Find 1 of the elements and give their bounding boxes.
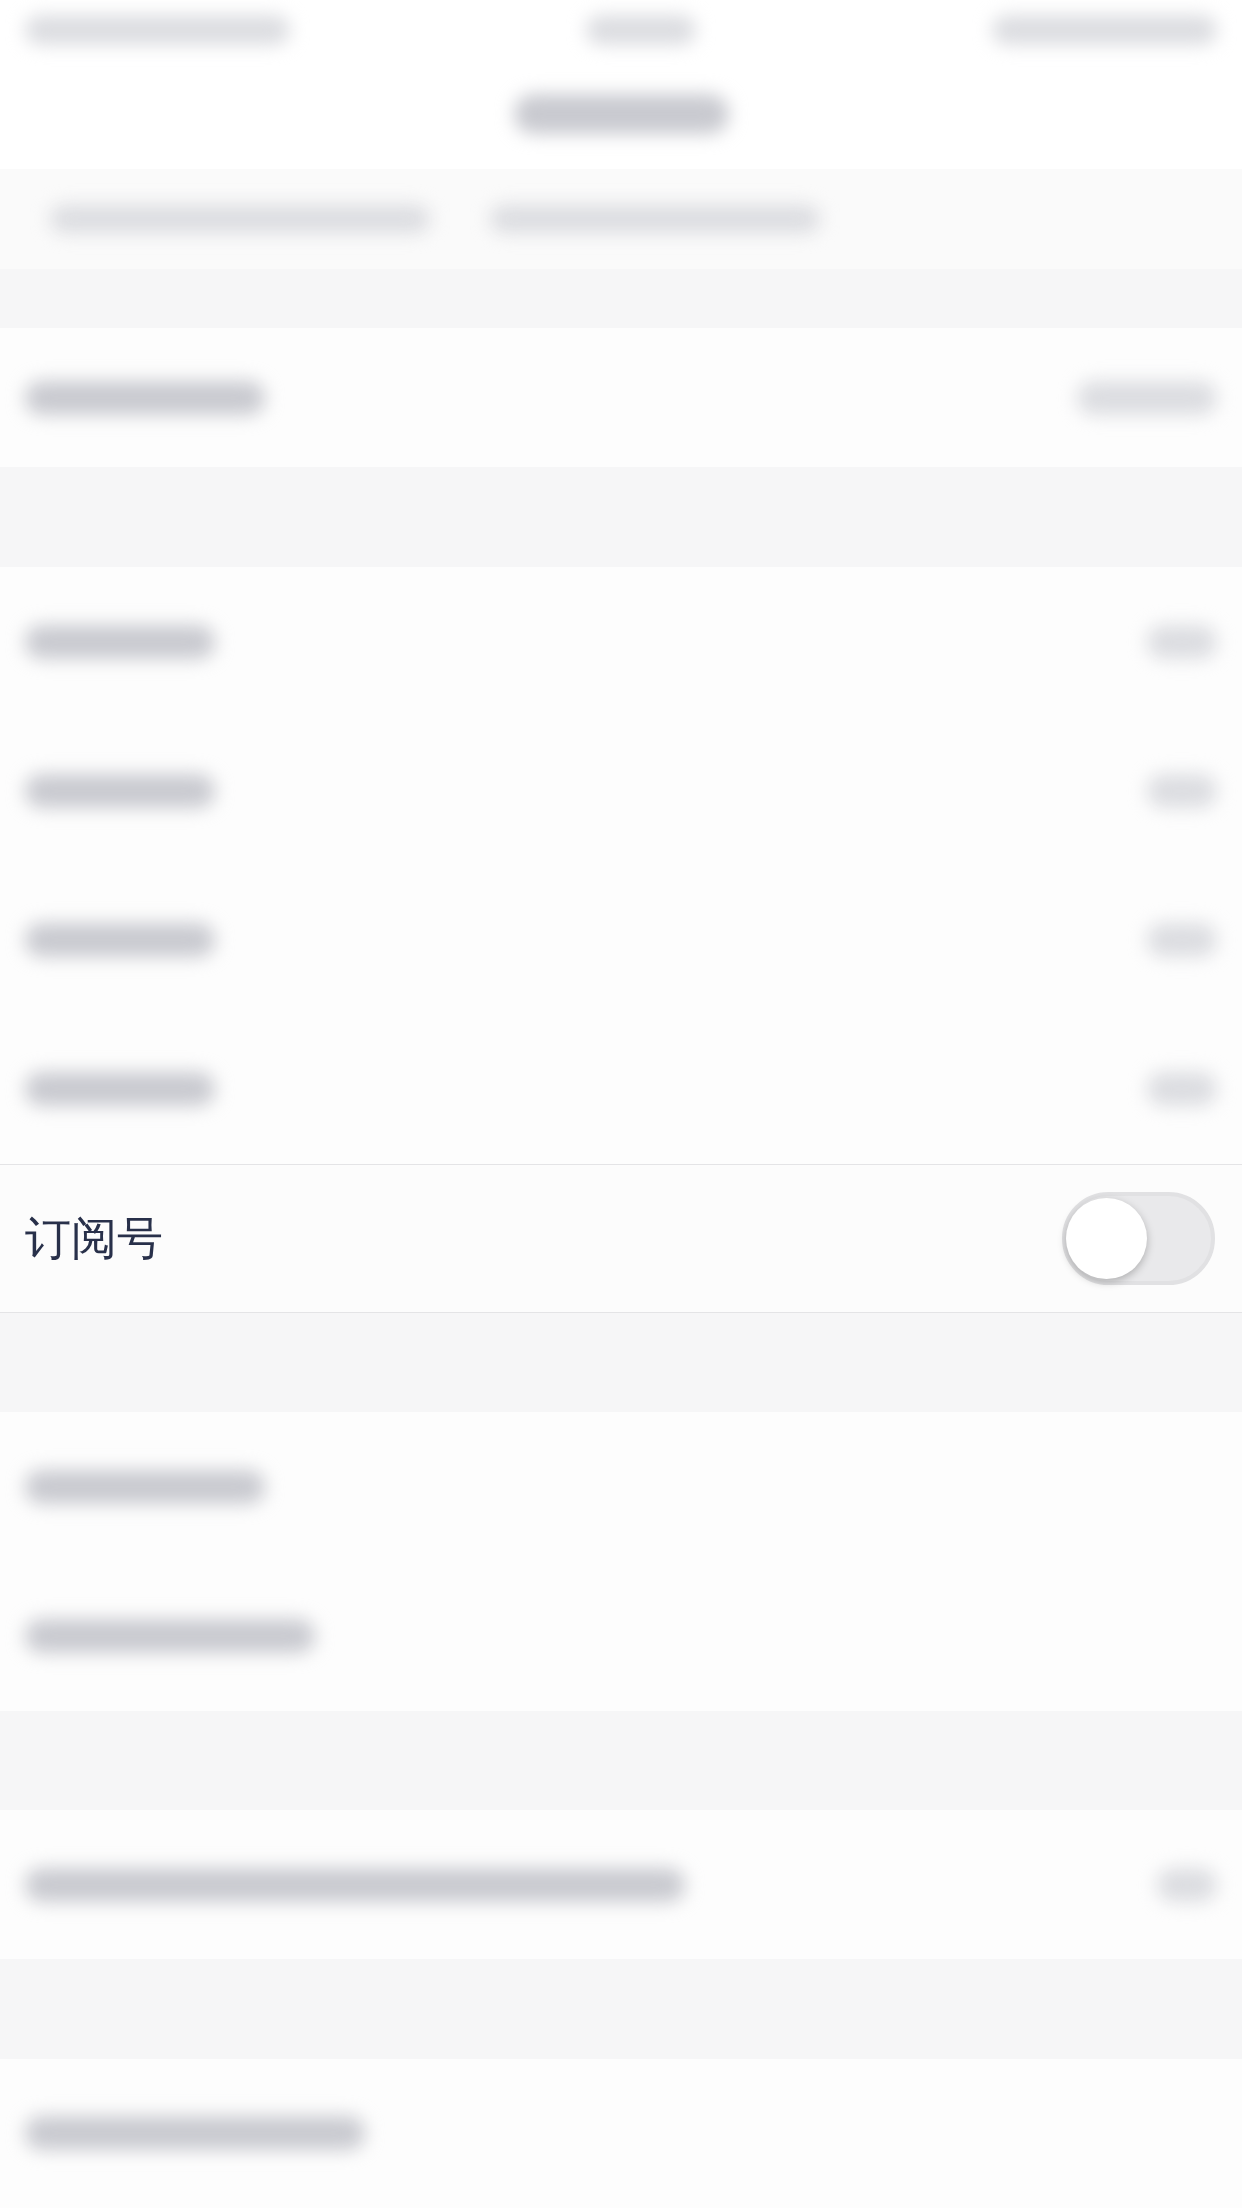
row-label: 订阅号	[25, 1215, 163, 1262]
